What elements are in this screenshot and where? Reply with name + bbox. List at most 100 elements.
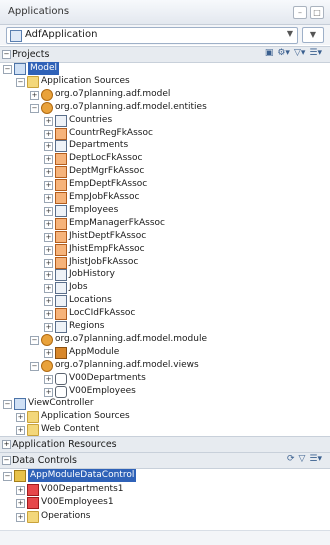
data-controls-section-bar[interactable]: − Data Controls ⟳ ▽ ☰▾ <box>0 452 330 469</box>
projects-section-title: Projects <box>12 49 50 60</box>
new-project-icon[interactable]: ⚙▾ <box>277 48 290 59</box>
tree-item-entity[interactable]: + EmpDeptFkAssoc <box>0 178 330 192</box>
tree-item-entity[interactable]: + Departments <box>0 139 330 153</box>
application-menu-button[interactable]: ▼ <box>302 27 324 43</box>
expand-icon[interactable]: + <box>44 310 53 320</box>
collapse-icon[interactable]: − <box>3 400 12 410</box>
tree-item-entity[interactable]: + EmpJobFkAssoc <box>0 191 330 204</box>
expand-icon[interactable]: + <box>16 485 25 495</box>
tree-item-package[interactable]: + org.o7planning.adf.model <box>0 88 330 101</box>
tree-item-app-module[interactable]: + AppModule <box>0 346 330 359</box>
tree-item-application-sources-label: Application Sources <box>41 75 130 86</box>
expand-icon[interactable]: + <box>2 440 11 449</box>
expand-icon[interactable]: + <box>16 426 25 436</box>
tree-item-model[interactable]: − Model <box>0 62 330 75</box>
data-control-root[interactable]: − AppModuleDataControl <box>0 469 330 482</box>
expand-icon[interactable]: + <box>16 512 25 522</box>
tree-item-entity[interactable]: + DeptLocFkAssoc <box>0 152 330 166</box>
data-control-item[interactable]: + V00Employees1 <box>0 496 330 509</box>
maximize-button[interactable]: □ <box>310 6 324 19</box>
collapse-icon[interactable]: − <box>30 335 39 345</box>
tree-item-view-controller-label: ViewController <box>28 398 94 409</box>
expand-icon[interactable]: + <box>44 297 53 307</box>
tree-item-view-object[interactable]: + V00Employees <box>0 385 330 398</box>
expand-icon[interactable]: + <box>44 258 53 268</box>
expand-icon[interactable]: + <box>44 271 53 281</box>
expand-icon[interactable]: + <box>44 194 53 203</box>
collapse-icon[interactable]: − <box>2 50 11 59</box>
expand-icon[interactable]: + <box>44 323 53 332</box>
data-control-item-label: V00Departments1 <box>41 483 124 494</box>
tree-item-entity[interactable]: + DeptMgrFkAssoc <box>0 165 330 179</box>
data-control-item-label: Operations <box>41 510 91 521</box>
expand-icon[interactable]: + <box>16 413 25 423</box>
expand-icon[interactable]: + <box>44 232 53 242</box>
tree-item-entity[interactable]: + JhistEmpFkAssoc <box>0 243 330 256</box>
tree-item-entity[interactable]: + Countries <box>0 114 330 127</box>
tree-item-entity[interactable]: + JhistDeptFkAssoc <box>0 230 330 243</box>
tree-item-entity[interactable]: + Jobs <box>0 281 330 295</box>
panel-title: Applications <box>8 6 70 17</box>
application-resources-section-bar[interactable]: + Application Resources <box>0 436 330 453</box>
projects-section-bar[interactable]: − Projects ▣ ⚙▾ ▽▾ ☰▾ <box>0 46 330 63</box>
tree-item-package-label: org.o7planning.adf.model.entities <box>55 101 207 112</box>
collapse-icon[interactable]: − <box>30 361 39 371</box>
expand-icon[interactable]: + <box>44 116 53 126</box>
expand-icon[interactable]: + <box>16 499 25 508</box>
sort-icon[interactable]: ☰▾ <box>309 48 322 59</box>
tree-item-application-sources[interactable]: − Application Sources <box>0 75 330 88</box>
tree-item-entity[interactable]: + JobHistory <box>0 268 330 282</box>
package-icon <box>41 101 53 114</box>
tree-item-entity[interactable]: + CountrRegFkAssoc <box>0 127 330 140</box>
sort-icon[interactable]: ☰▾ <box>309 454 322 465</box>
tree-item-model-label: Model <box>28 62 60 75</box>
application-dropdown[interactable]: AdfApplication ▼ <box>6 27 298 44</box>
tree-item-entity[interactable]: + LocCIdFkAssoc <box>0 307 330 321</box>
refresh-icon[interactable]: ⟳ <box>287 454 295 465</box>
tree-item-view-controller[interactable]: − ViewController <box>0 397 330 411</box>
minimize-button[interactable]: – <box>293 6 307 19</box>
expand-icon[interactable]: + <box>44 219 53 229</box>
tree-item-entity[interactable]: + EmpManagerFkAssoc <box>0 217 330 230</box>
project-icon <box>14 63 26 75</box>
filter-icon[interactable]: ▽ <box>298 454 305 465</box>
collapse-icon[interactable]: − <box>30 103 39 113</box>
package-icon <box>41 333 53 346</box>
association-icon <box>55 153 67 166</box>
collapse-icon[interactable]: − <box>2 456 11 465</box>
expand-icon[interactable]: + <box>44 142 53 152</box>
tree-item-application-sources[interactable]: + Application Sources <box>0 410 330 424</box>
expand-icon[interactable]: + <box>30 90 39 100</box>
collapse-icon[interactable]: − <box>16 77 25 87</box>
expand-icon[interactable]: + <box>44 181 53 191</box>
expand-icon[interactable]: + <box>44 206 53 216</box>
tree-item-package[interactable]: − org.o7planning.adf.model.views <box>0 359 330 372</box>
collapse-icon[interactable]: − <box>3 65 12 74</box>
package-icon <box>41 359 53 372</box>
tree-item-view-object[interactable]: + V00Departments <box>0 372 330 385</box>
expand-icon[interactable]: + <box>44 284 53 294</box>
project-properties-icon[interactable]: ▣ <box>265 48 274 59</box>
association-icon <box>55 179 67 192</box>
data-control-root-label: AppModuleDataControl <box>28 469 137 482</box>
tree-item-entity[interactable]: + JhistJobFkAssoc <box>0 256 330 269</box>
expand-icon[interactable]: + <box>44 245 53 255</box>
data-control-item[interactable]: + V00Departments1 <box>0 483 330 496</box>
tree-item-package[interactable]: − org.o7planning.adf.model.entities <box>0 101 330 114</box>
collapse-icon[interactable]: − <box>3 472 12 481</box>
data-control-item[interactable]: + Operations <box>0 510 330 523</box>
tree-item-entity[interactable]: + Employees <box>0 204 330 217</box>
bottom-panel-edge <box>0 530 330 545</box>
expand-icon[interactable]: + <box>44 348 53 358</box>
filter-icon[interactable]: ▽▾ <box>294 48 305 59</box>
expand-icon[interactable]: + <box>44 374 53 384</box>
expand-icon[interactable]: + <box>44 155 53 165</box>
tree-item-package[interactable]: − org.o7planning.adf.model.module <box>0 333 330 346</box>
expand-icon[interactable]: + <box>44 168 53 178</box>
package-icon <box>41 88 53 101</box>
expand-icon[interactable]: + <box>44 387 53 397</box>
tree-item-entity[interactable]: + Locations <box>0 294 330 308</box>
tree-item-web-content[interactable]: + Web Content <box>0 423 330 437</box>
tree-item-entity[interactable]: + Regions <box>0 320 330 333</box>
expand-icon[interactable]: + <box>44 129 53 139</box>
